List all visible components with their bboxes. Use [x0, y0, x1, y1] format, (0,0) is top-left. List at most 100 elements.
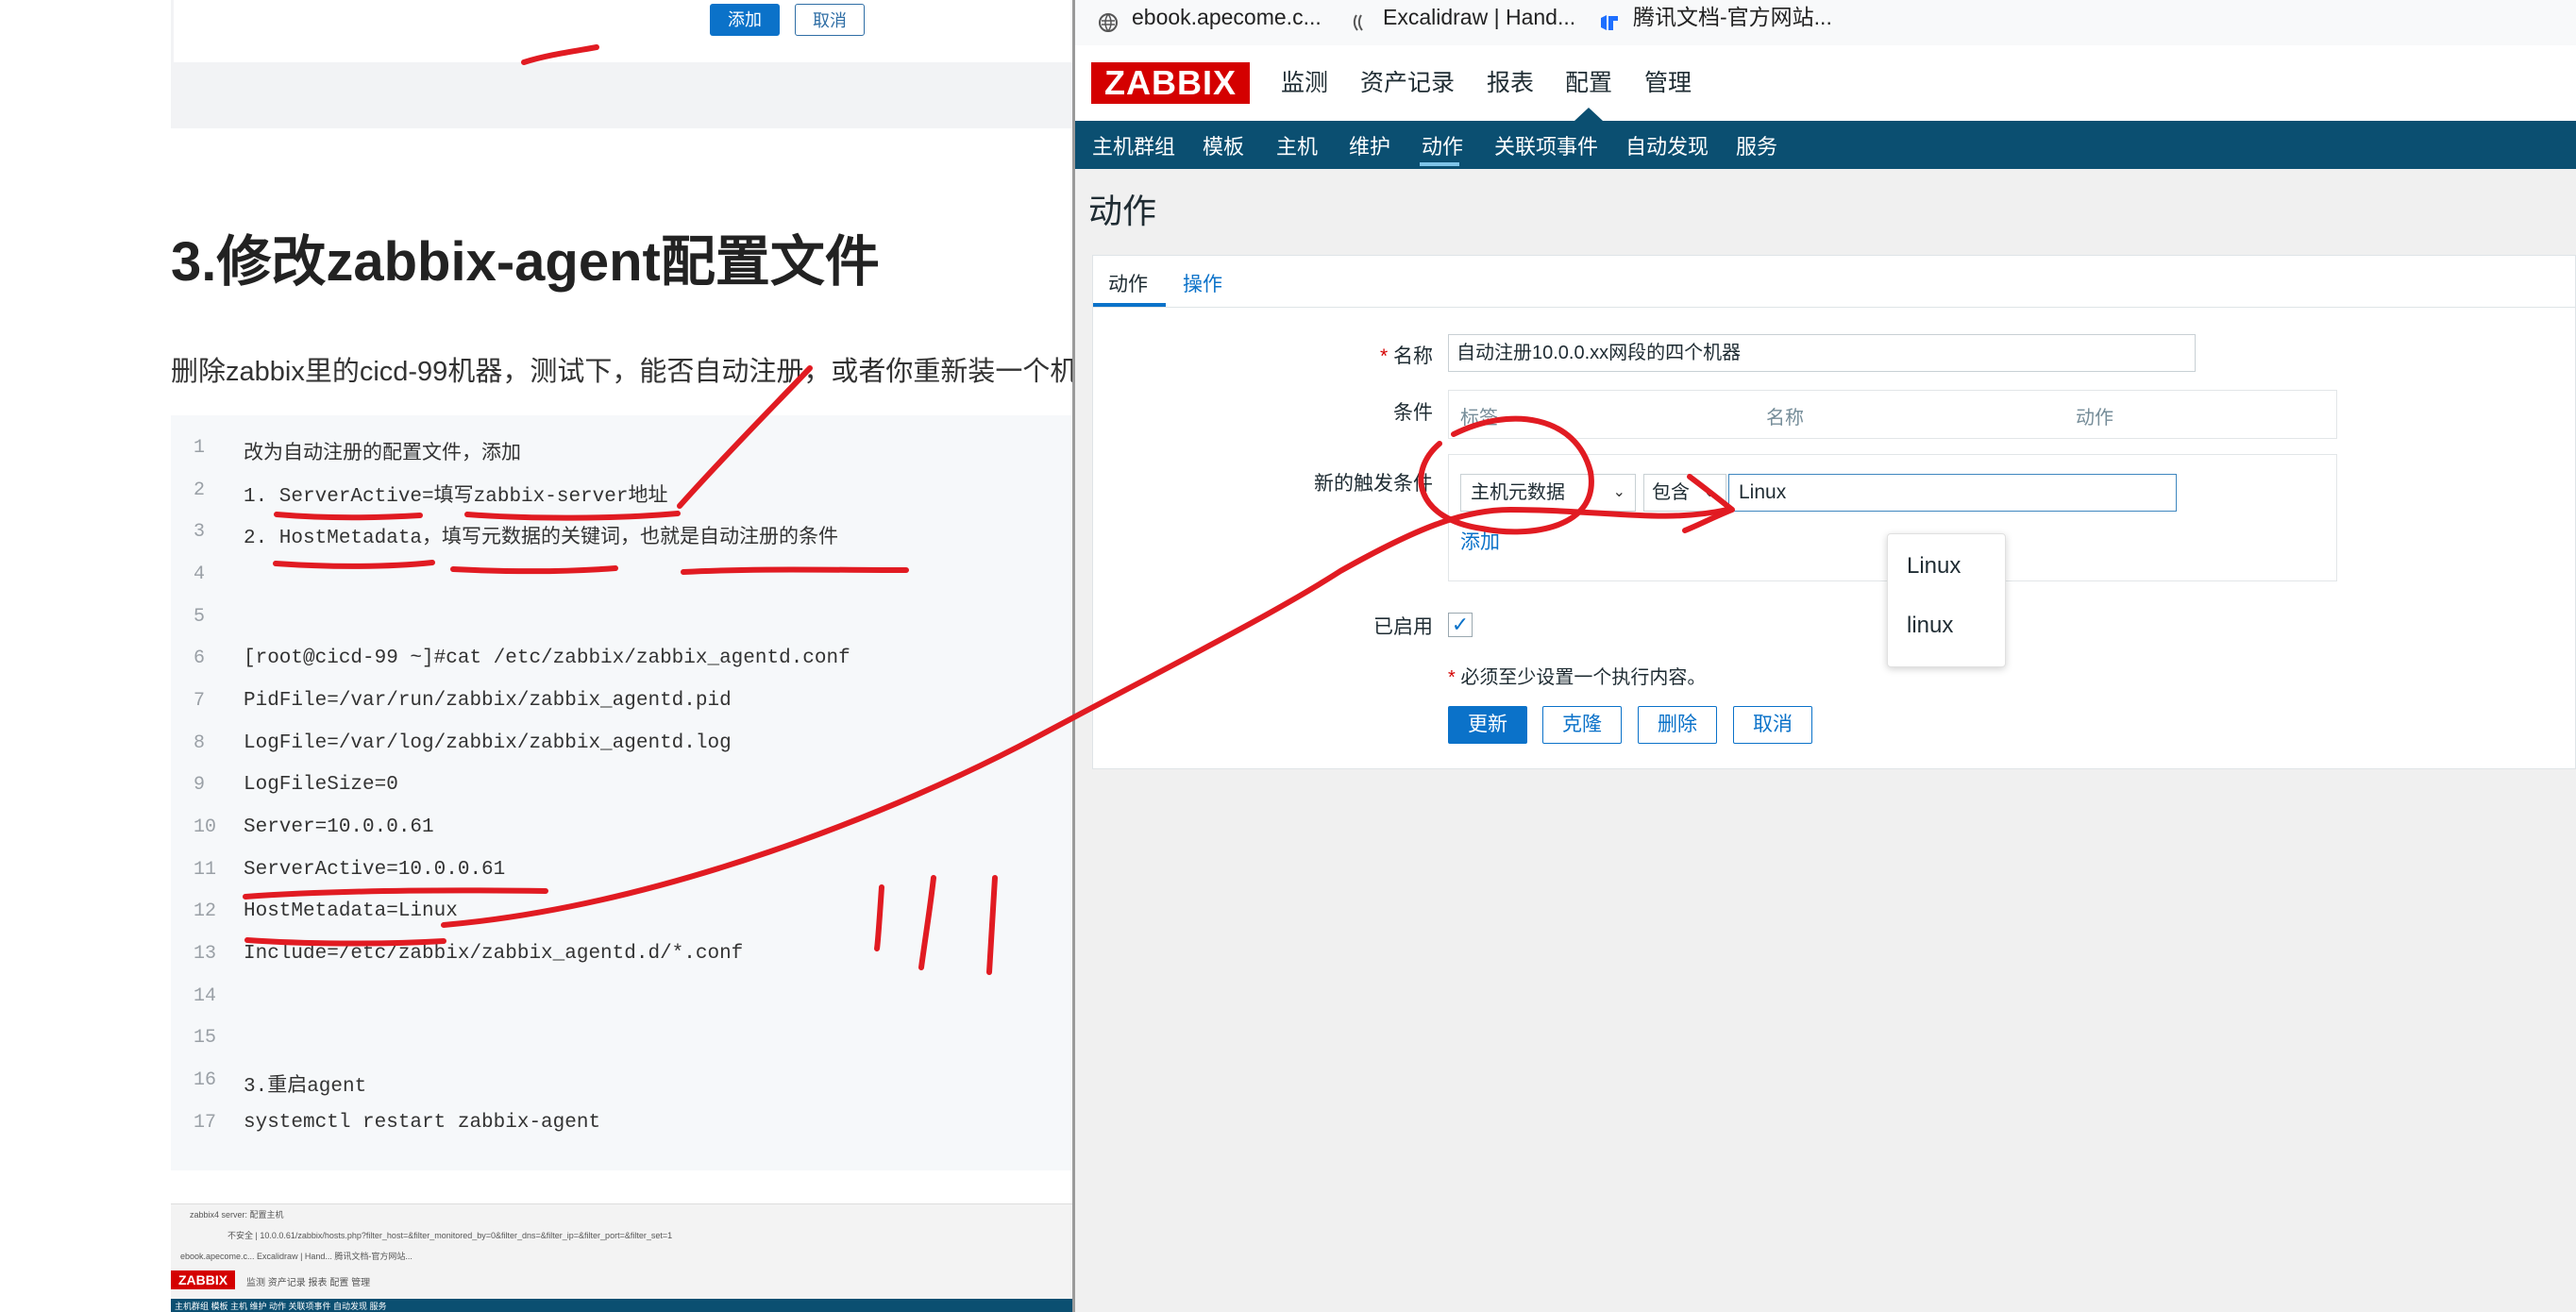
- conditions-header-label: 标签: [1460, 408, 1498, 429]
- add-condition-link[interactable]: 添加: [1460, 527, 1500, 555]
- thumb-bookmarks: ebook.apecome.c... Excalidraw | Hand... …: [180, 1252, 412, 1261]
- code-text: Server=10.0.0.61: [244, 816, 434, 838]
- code-text: 改为自动注册的配置文件，添加: [244, 444, 521, 465]
- line-number: 7: [194, 690, 206, 712]
- excalidraw-icon: [1349, 8, 1370, 31]
- form-card: 添加 取消: [174, 0, 1072, 62]
- menu-monitoring[interactable]: 监测: [1281, 64, 1328, 98]
- code-text: PidFile=/var/run/zabbix/zabbix_agentd.pi…: [244, 690, 732, 712]
- autocomplete-dropdown: Linux linux: [1887, 533, 2006, 667]
- name-label: * 名称: [1379, 345, 1433, 367]
- submenu-actions[interactable]: 动作: [1422, 130, 1463, 160]
- update-button[interactable]: 更新: [1448, 706, 1527, 744]
- menu-inventory[interactable]: 资产记录: [1360, 64, 1455, 98]
- submenu-discovery[interactable]: 自动发现: [1625, 130, 1709, 160]
- bookmarks-bar: ebook.apecome.c... Excalidraw | Hand... …: [1075, 0, 2576, 46]
- tab-divider: [1093, 307, 2576, 308]
- globe-icon: [1098, 8, 1119, 32]
- enabled-checkbox[interactable]: ✓: [1448, 613, 1473, 637]
- thumb-logo: ZABBIX: [171, 1270, 235, 1289]
- section-heading: 3.修改zabbix-agent配置文件: [171, 231, 880, 293]
- required-note: * 必须至少设置一个执行内容。: [1448, 667, 1707, 688]
- enabled-label: 已启用: [1373, 616, 1433, 638]
- submenu-bar: 主机群组 模板 主机 维护 动作 关联项事件 自动发现 服务: [1075, 121, 2576, 169]
- submenu-event-correlation[interactable]: 关联项事件: [1494, 130, 1598, 160]
- tencent-docs-icon: [1599, 8, 1620, 30]
- cancel-form-button[interactable]: 取消: [1733, 706, 1812, 744]
- autocomplete-option[interactable]: linux: [1907, 613, 1953, 639]
- bookmark-ebook[interactable]: ebook.apecome.c...: [1098, 0, 1322, 38]
- screenshot-thumbnail: zabbix4 server: 配置主机 不安全 | 10.0.0.61/zab…: [171, 1203, 1072, 1312]
- bookmark-label: Excalidraw | Hand...: [1383, 5, 1576, 29]
- delete-button[interactable]: 删除: [1638, 706, 1717, 744]
- code-text: systemctl restart zabbix-agent: [244, 1112, 601, 1134]
- line-number: 6: [194, 648, 206, 669]
- bookmark-label: 腾讯文档-官方网站...: [1633, 5, 1832, 29]
- line-number: 10: [194, 816, 217, 838]
- line-number: 14: [194, 985, 217, 1007]
- condition-type-select[interactable]: 主机元数据 ⌄: [1460, 474, 1636, 512]
- thumb-tab: zabbix4 server: 配置主机: [190, 1210, 284, 1219]
- bookmark-label: ebook.apecome.c...: [1132, 5, 1322, 29]
- thumb-submenu: 主机群组 模板 主机 维护 动作 关联项事件 自动发现 服务: [171, 1299, 1072, 1312]
- zabbix-header: ZABBIX 监测 资产记录 报表 配置 管理: [1075, 45, 2576, 121]
- line-number: 5: [194, 606, 206, 628]
- clone-button[interactable]: 克隆: [1542, 706, 1622, 744]
- bookmark-excalidraw[interactable]: Excalidraw | Hand...: [1349, 0, 1575, 38]
- code-text: 1. ServerActive=填写zabbix-server地址: [244, 486, 668, 508]
- left-document-panel: 添加 取消 3.修改zabbix-agent配置文件 删除zabbix里的cic…: [0, 0, 1072, 1312]
- line-number: 3: [194, 521, 206, 543]
- page-title: 动作: [1088, 192, 1157, 230]
- thumb-menu: 监测 资产记录 报表 配置 管理: [246, 1278, 371, 1288]
- submenu-maintenance[interactable]: 维护: [1349, 130, 1390, 160]
- autocomplete-option[interactable]: Linux: [1907, 553, 1961, 580]
- add-button[interactable]: 添加: [710, 4, 780, 36]
- zabbix-window: ebook.apecome.c... Excalidraw | Hand... …: [1075, 0, 2576, 1312]
- conditions-table: 标签 名称 动作: [1448, 390, 2337, 439]
- line-number: 9: [194, 774, 206, 796]
- submenu-active-indicator: [1420, 162, 1459, 166]
- code-text: 3.重启agent: [244, 1076, 367, 1098]
- condition-value-input[interactable]: Linux: [1728, 474, 2177, 512]
- line-number: 15: [194, 1027, 217, 1049]
- action-form: 动作 操作 * 名称 自动注册10.0.0.xx网段的四个机器 条件 标签 名称…: [1092, 255, 2576, 769]
- submenu-host-groups[interactable]: 主机群组: [1092, 130, 1175, 160]
- tab-operations[interactable]: 操作: [1183, 269, 1222, 297]
- code-text: [root@cicd-99 ~]#cat /etc/zabbix/zabbix_…: [244, 648, 850, 669]
- thumb-url: 不安全 | 10.0.0.61/zabbix/hosts.php?filter_…: [227, 1231, 673, 1240]
- line-number: 11: [194, 859, 217, 881]
- cancel-button[interactable]: 取消: [795, 4, 865, 36]
- code-block: 1 改为自动注册的配置文件，添加 2 1. ServerActive=填写zabbi…: [171, 415, 1072, 1170]
- code-text: Include=/etc/zabbix/zabbix_agentd.d/*.co…: [244, 943, 744, 965]
- name-input[interactable]: 自动注册10.0.0.xx网段的四个机器: [1448, 334, 2196, 372]
- thumb-submenu-text: 主机群组 模板 主机 维护 动作 关联项事件 自动发现 服务: [175, 1302, 387, 1311]
- code-text: HostMetadata=Linux: [244, 900, 458, 922]
- chevron-down-icon: ⌄: [1612, 484, 1625, 500]
- menu-administration[interactable]: 管理: [1644, 64, 1692, 98]
- menu-reports[interactable]: 报表: [1487, 64, 1534, 98]
- submenu-hosts[interactable]: 主机: [1276, 130, 1318, 160]
- menu-configuration[interactable]: 配置: [1565, 64, 1612, 98]
- conditions-label: 条件: [1393, 402, 1433, 424]
- line-number: 8: [194, 732, 206, 754]
- code-text: LogFileSize=0: [244, 774, 398, 796]
- bookmark-tencent-docs[interactable]: 腾讯文档-官方网站...: [1599, 0, 1832, 38]
- section-paragraph: 删除zabbix里的cicd-99机器，测试下，能否自动注册，或者你重新装一个机…: [171, 357, 1072, 387]
- code-text: ServerActive=10.0.0.61: [244, 859, 506, 881]
- line-number: 17: [194, 1112, 217, 1134]
- conditions-header-action: 动作: [2076, 408, 2113, 429]
- line-number: 16: [194, 1069, 217, 1091]
- line-number: 2: [194, 479, 206, 501]
- condition-operator-select[interactable]: 包含 ⌄: [1643, 474, 1726, 512]
- code-text: LogFile=/var/log/zabbix/zabbix_agentd.lo…: [244, 732, 732, 754]
- submenu-services[interactable]: 服务: [1736, 130, 1777, 160]
- submenu-templates[interactable]: 模板: [1203, 130, 1244, 160]
- code-text: 2. HostMetadata，填写元数据的关键词，也就是自动注册的条件: [244, 528, 839, 549]
- chevron-down-icon: ⌄: [1703, 484, 1716, 500]
- active-menu-caret-icon: [1574, 108, 1603, 121]
- new-trigger-label: 新的触发条件: [1314, 473, 1433, 495]
- line-number: 12: [194, 900, 217, 922]
- zabbix-logo[interactable]: ZABBIX: [1091, 62, 1250, 104]
- tab-action[interactable]: 动作: [1108, 269, 1148, 297]
- line-number: 13: [194, 943, 217, 965]
